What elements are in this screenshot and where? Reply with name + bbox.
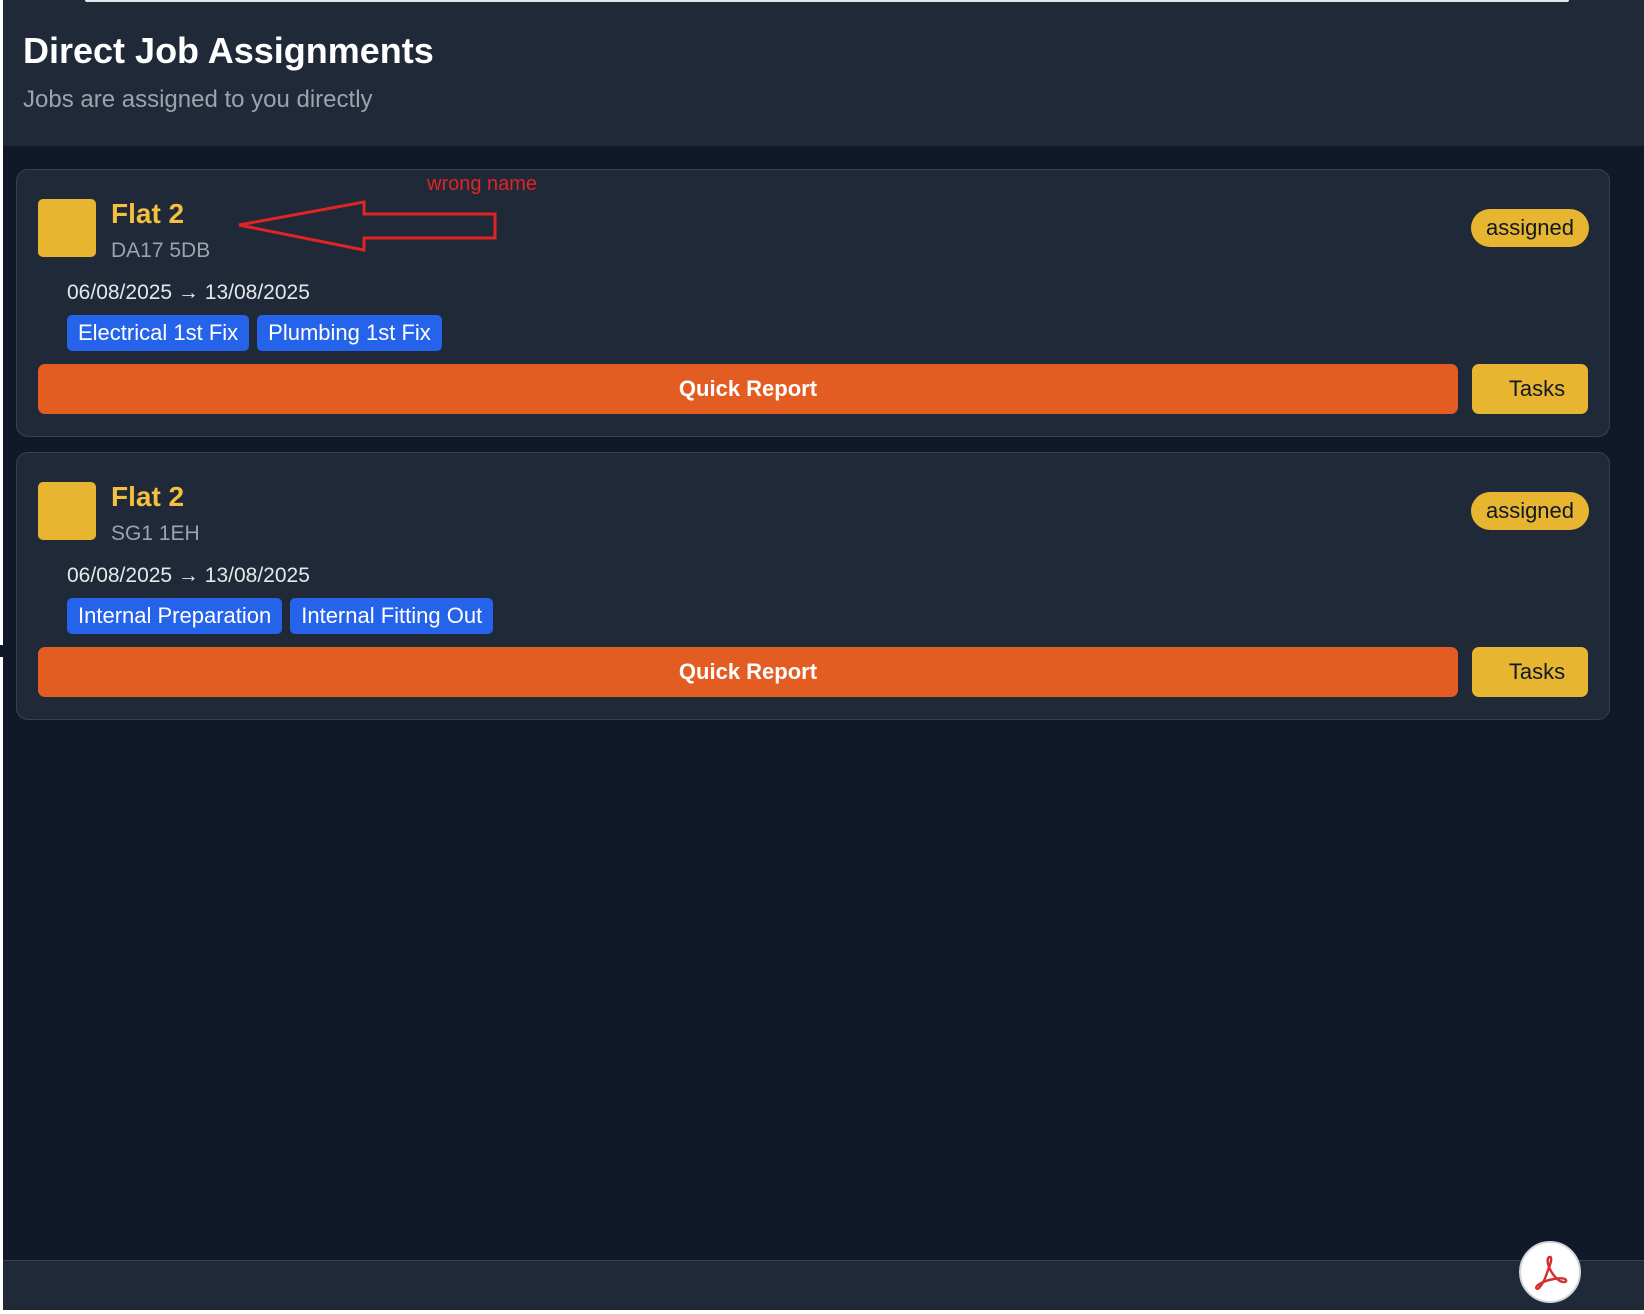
trade-tags: Internal Preparation Internal Fitting Ou… (67, 598, 494, 634)
top-search-bar-edge[interactable] (85, 0, 1569, 2)
job-card[interactable]: Flat 2 SG1 1EH assigned 06/08/2025 → 13/… (16, 452, 1610, 720)
tasks-button[interactable]: Tasks (1472, 647, 1588, 697)
tasks-button[interactable]: Tasks (1472, 364, 1588, 414)
status-badge: assigned (1471, 209, 1589, 247)
job-dates: 06/08/2025 → 13/08/2025 (67, 564, 310, 587)
status-badge: assigned (1471, 492, 1589, 530)
trade-tags: Electrical 1st Fix Plumbing 1st Fix (67, 315, 442, 351)
job-thumbnail (38, 482, 96, 540)
job-postcode: DA17 5DB (111, 239, 211, 262)
job-title: Flat 2 (111, 481, 185, 512)
job-title: Flat 2 (111, 198, 185, 229)
page-subtitle: Jobs are assigned to you directly (23, 86, 373, 113)
annotation-arrow-icon (238, 200, 497, 252)
quick-report-button[interactable]: Quick Report (38, 647, 1458, 697)
trade-tag: Plumbing 1st Fix (257, 315, 442, 351)
quick-report-button[interactable]: Quick Report (38, 364, 1458, 414)
page-title: Direct Job Assignments (23, 30, 434, 71)
job-dates: 06/08/2025 → 13/08/2025 (67, 281, 310, 304)
page-header: Direct Job Assignments Jobs are assigned… (3, 0, 1644, 146)
trade-tag: Internal Preparation (67, 598, 283, 634)
app-frame: Direct Job Assignments Jobs are assigned… (3, 0, 1644, 1310)
trade-tag: Electrical 1st Fix (67, 315, 250, 351)
pdf-export-button[interactable] (1519, 1241, 1581, 1303)
job-postcode: SG1 1EH (111, 522, 200, 545)
annotation-label: wrong name (427, 173, 538, 195)
bottom-nav-bar (3, 1260, 1644, 1310)
trade-tag: Internal Fitting Out (290, 598, 494, 634)
pdf-icon (1534, 1255, 1568, 1291)
job-thumbnail (38, 199, 96, 257)
